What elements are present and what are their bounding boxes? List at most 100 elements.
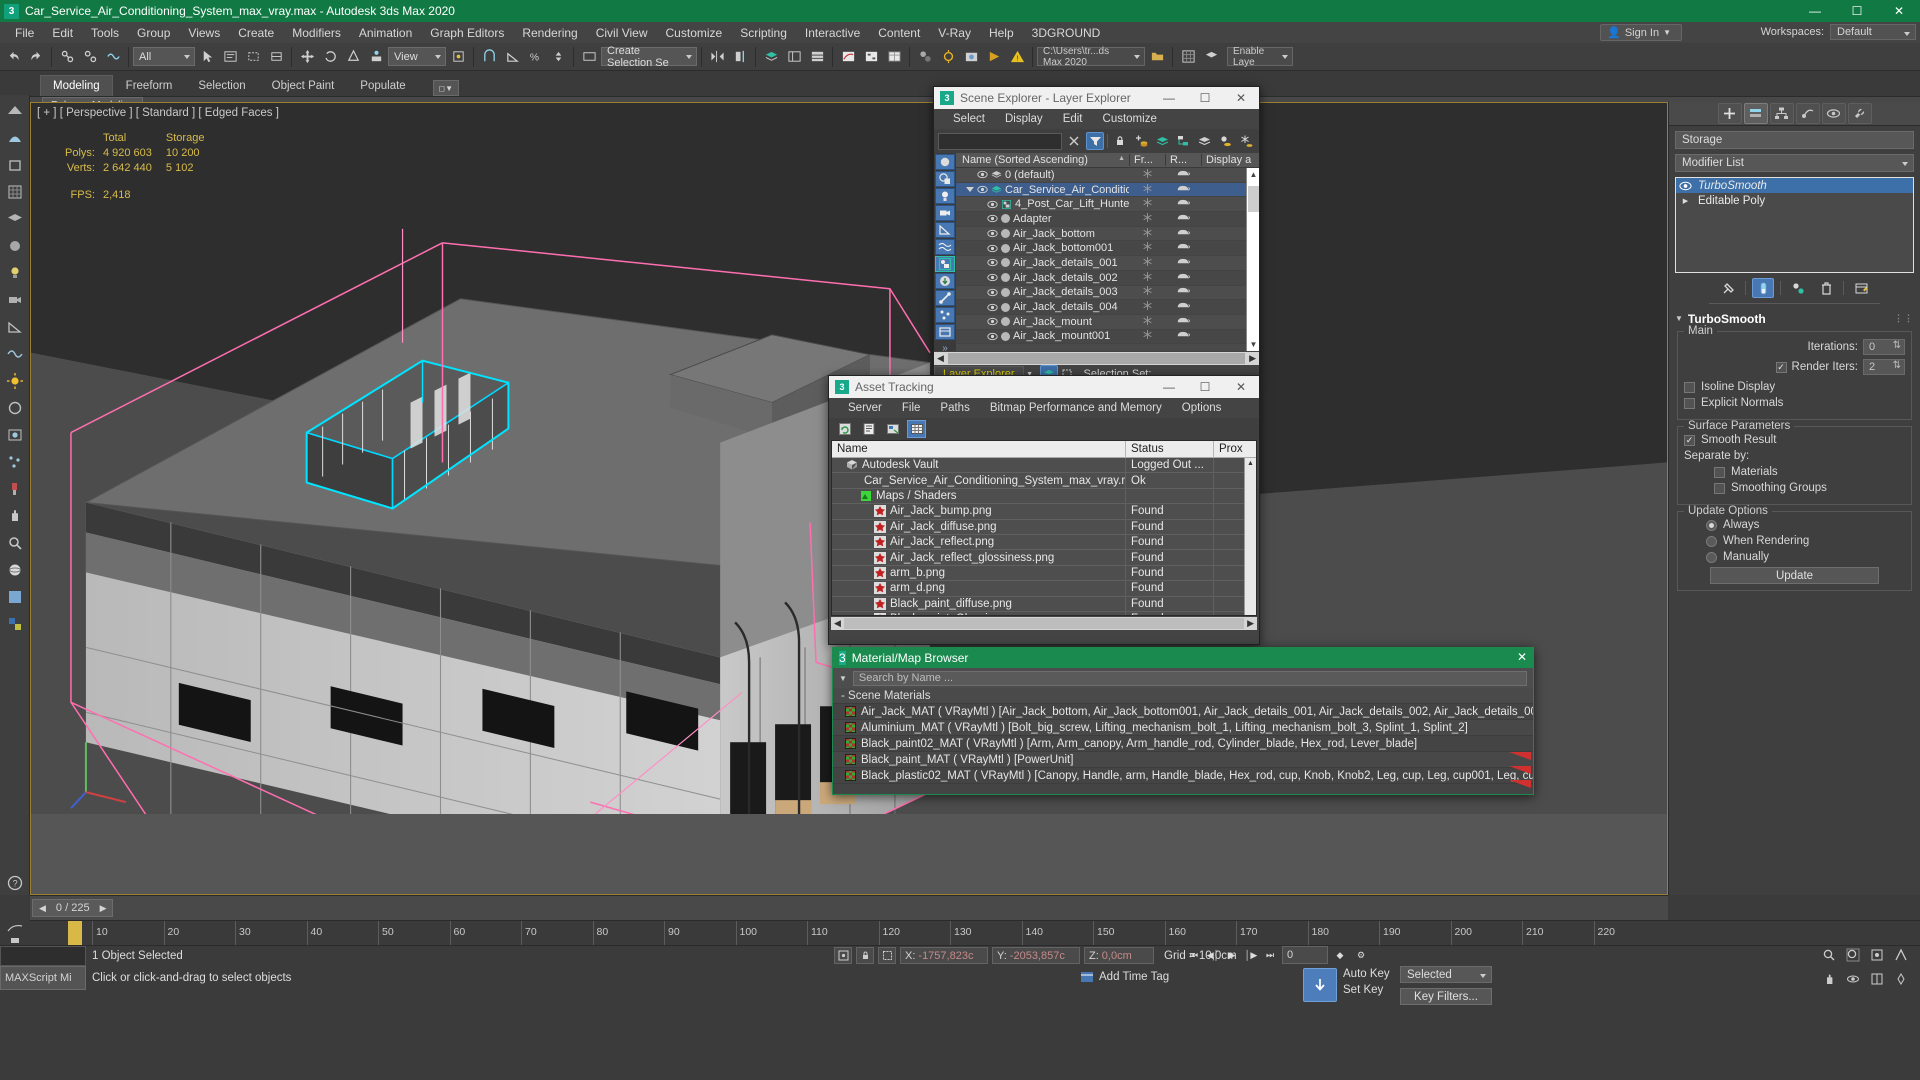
vp-snapshot-icon[interactable] <box>3 423 27 447</box>
vp-camera-icon[interactable] <box>3 288 27 312</box>
table-view-icon[interactable] <box>907 420 926 438</box>
lock-selection-icon[interactable] <box>856 947 874 964</box>
render-cell[interactable] <box>1165 257 1201 269</box>
render-cell[interactable] <box>1165 330 1201 342</box>
se-menu-display[interactable]: Display <box>996 111 1052 127</box>
absolute-relative-icon[interactable] <box>834 947 852 964</box>
tab-hierarchy[interactable] <box>1769 103 1794 124</box>
scene-explorer-row[interactable]: Air_Jack_details_004 <box>956 300 1259 315</box>
menu-interactive[interactable]: Interactive <box>796 24 869 42</box>
iterations-spinner[interactable]: 0 <box>1863 339 1905 355</box>
scene-explorer-row[interactable]: Air_Jack_details_003 <box>956 285 1259 301</box>
render-production-icon[interactable] <box>983 45 1005 69</box>
chevron-down-icon[interactable]: ▼ <box>839 674 847 683</box>
tab-modify[interactable] <box>1743 103 1768 124</box>
at-menu-paths[interactable]: Paths <box>931 400 978 416</box>
scene-explorer-row[interactable]: 4_Post_Car_Lift_Hunter_L451 <box>956 197 1259 213</box>
timeline-ruler[interactable]: 10 20 30 40 50 60 70 80 90 100 110 120 130 140 150 160 1… <box>30 920 1920 945</box>
vp-sun-icon[interactable] <box>3 369 27 393</box>
selection-filter-dropdown[interactable]: All <box>133 47 195 66</box>
vp-paint-icon[interactable] <box>3 477 27 501</box>
mirror-icon[interactable] <box>706 45 728 69</box>
asset-tracking-row[interactable]: Maps / Shaders <box>832 488 1256 505</box>
clear-search-icon[interactable] <box>1065 132 1083 150</box>
snap-toggle-icon[interactable] <box>478 45 500 69</box>
time-slider[interactable]: ◀ 0 / 225 ▶ <box>32 899 114 917</box>
scene-explorer-minimize[interactable]: — <box>1151 87 1187 109</box>
vp-shape-icon[interactable] <box>3 396 27 420</box>
material-row[interactable]: Black_paint_MAT ( VRayMtl ) [PowerUnit] <box>833 752 1533 768</box>
maximize-viewport-icon[interactable] <box>1868 970 1886 988</box>
freeze-cell[interactable] <box>1129 315 1165 328</box>
undo-icon[interactable] <box>2 45 24 69</box>
display-bones-icon[interactable] <box>935 290 955 306</box>
isoline-display-checkbox[interactable] <box>1684 381 1695 393</box>
asset-tracking-window[interactable]: 3 Asset Tracking — ☐ ✕ Server File Paths… <box>828 375 1260 645</box>
nest-layer-icon[interactable] <box>1174 132 1192 150</box>
render-cell[interactable] <box>1165 198 1201 210</box>
display-xrefs-icon[interactable] <box>935 273 955 289</box>
play-animation-icon[interactable]: ▶ <box>1223 946 1241 964</box>
at-menu-server[interactable]: Server <box>839 400 891 416</box>
at-hscroll-left-icon[interactable]: ◀ <box>831 618 844 629</box>
scene-materials-section-header[interactable]: - Scene Materials <box>833 688 1533 704</box>
rollup-grip[interactable]: ⋮⋮ <box>1894 313 1914 324</box>
scene-explorer-row[interactable]: 0 (default) <box>956 168 1259 183</box>
material-search-input[interactable]: Search by Name ... <box>852 670 1527 686</box>
column-freeze[interactable]: Fr... <box>1129 154 1165 166</box>
at-column-name[interactable]: Name <box>832 441 1126 458</box>
freeze-cell[interactable] <box>1129 212 1165 225</box>
scrollbar-thumb[interactable] <box>1248 186 1259 212</box>
scene-explorer-row[interactable]: Air_Jack_mount <box>956 314 1259 330</box>
modifier-list-dropdown[interactable]: Modifier List <box>1675 154 1914 172</box>
window-crossing-icon[interactable] <box>265 45 287 69</box>
render-cell[interactable] <box>1165 169 1201 181</box>
modifier-stack-row[interactable]: TurboSmooth <box>1676 178 1913 193</box>
next-frame-icon[interactable]: │▶ <box>1242 946 1260 964</box>
x-coordinate-field[interactable]: X: -1757,823c <box>900 947 988 964</box>
pan-icon[interactable] <box>1820 970 1838 988</box>
scene-explorer-icon[interactable] <box>783 45 805 69</box>
select-move-icon[interactable] <box>296 45 318 69</box>
menu-civil-view[interactable]: Civil View <box>587 24 657 42</box>
se-menu-customize[interactable]: Customize <box>1094 111 1166 127</box>
menu-edit[interactable]: Edit <box>43 24 82 42</box>
tab-create[interactable] <box>1717 103 1742 124</box>
edit-named-selection-icon[interactable] <box>578 45 600 69</box>
render-frame-icon[interactable] <box>960 45 982 69</box>
render-setup-icon[interactable] <box>937 45 959 69</box>
material-map-browser-window[interactable]: 3 Material/Map Browser ✕ ▼ Search by Nam… <box>832 647 1534 795</box>
explicit-normals-checkbox[interactable] <box>1684 397 1695 409</box>
materials-checkbox[interactable] <box>1714 466 1725 478</box>
go-to-start-icon[interactable]: ⏮ <box>1185 946 1203 964</box>
menu-scripting[interactable]: Scripting <box>731 24 796 42</box>
key-mode-icon[interactable]: ◆ <box>1331 946 1349 964</box>
material-row[interactable]: Air_Jack_MAT ( VRayMtl ) [Air_Jack_botto… <box>833 704 1533 720</box>
asset-tracking-minimize[interactable]: — <box>1151 376 1187 398</box>
freeze-cell[interactable] <box>1129 168 1165 181</box>
update-when-rendering-radio[interactable] <box>1706 535 1717 547</box>
asset-tracking-row[interactable]: Air_Jack_reflect_glossiness.png Found <box>832 550 1256 566</box>
show-end-result-icon[interactable] <box>1752 278 1774 298</box>
se-menu-edit[interactable]: Edit <box>1054 111 1092 127</box>
column-render[interactable]: R... <box>1165 154 1201 166</box>
prev-frame-icon[interactable]: ◀ <box>39 903 46 914</box>
menu-vray[interactable]: V-Ray <box>929 24 980 42</box>
menu-modifiers[interactable]: Modifiers <box>283 24 350 42</box>
vp-materials-icon[interactable] <box>3 234 27 258</box>
walkthrough-icon[interactable] <box>1892 970 1910 988</box>
select-highlight-icon[interactable] <box>1216 132 1234 150</box>
freeze-cell[interactable] <box>1129 286 1165 298</box>
filter-icon[interactable] <box>1086 132 1104 150</box>
vp-layers-icon[interactable] <box>3 207 27 231</box>
folder-icon[interactable] <box>1146 45 1168 69</box>
vp-light-icon[interactable] <box>3 261 27 285</box>
add-layer-icon[interactable] <box>1132 132 1150 150</box>
schematic-view-icon[interactable] <box>860 45 882 69</box>
scene-explorer-hscrollbar[interactable]: ◀ ▶ <box>934 352 1259 365</box>
material-row[interactable]: Black_plastic02_MAT ( VRayMtl ) [Canopy,… <box>833 768 1533 784</box>
y-coordinate-field[interactable]: Y: -2053,857c <box>992 947 1080 964</box>
tab-motion[interactable] <box>1795 103 1820 124</box>
ribbon-options-dropdown[interactable]: ◻▼ <box>432 80 459 96</box>
project-path-dropdown[interactable]: C:\Users\tr...ds Max 2020 <box>1037 46 1145 68</box>
